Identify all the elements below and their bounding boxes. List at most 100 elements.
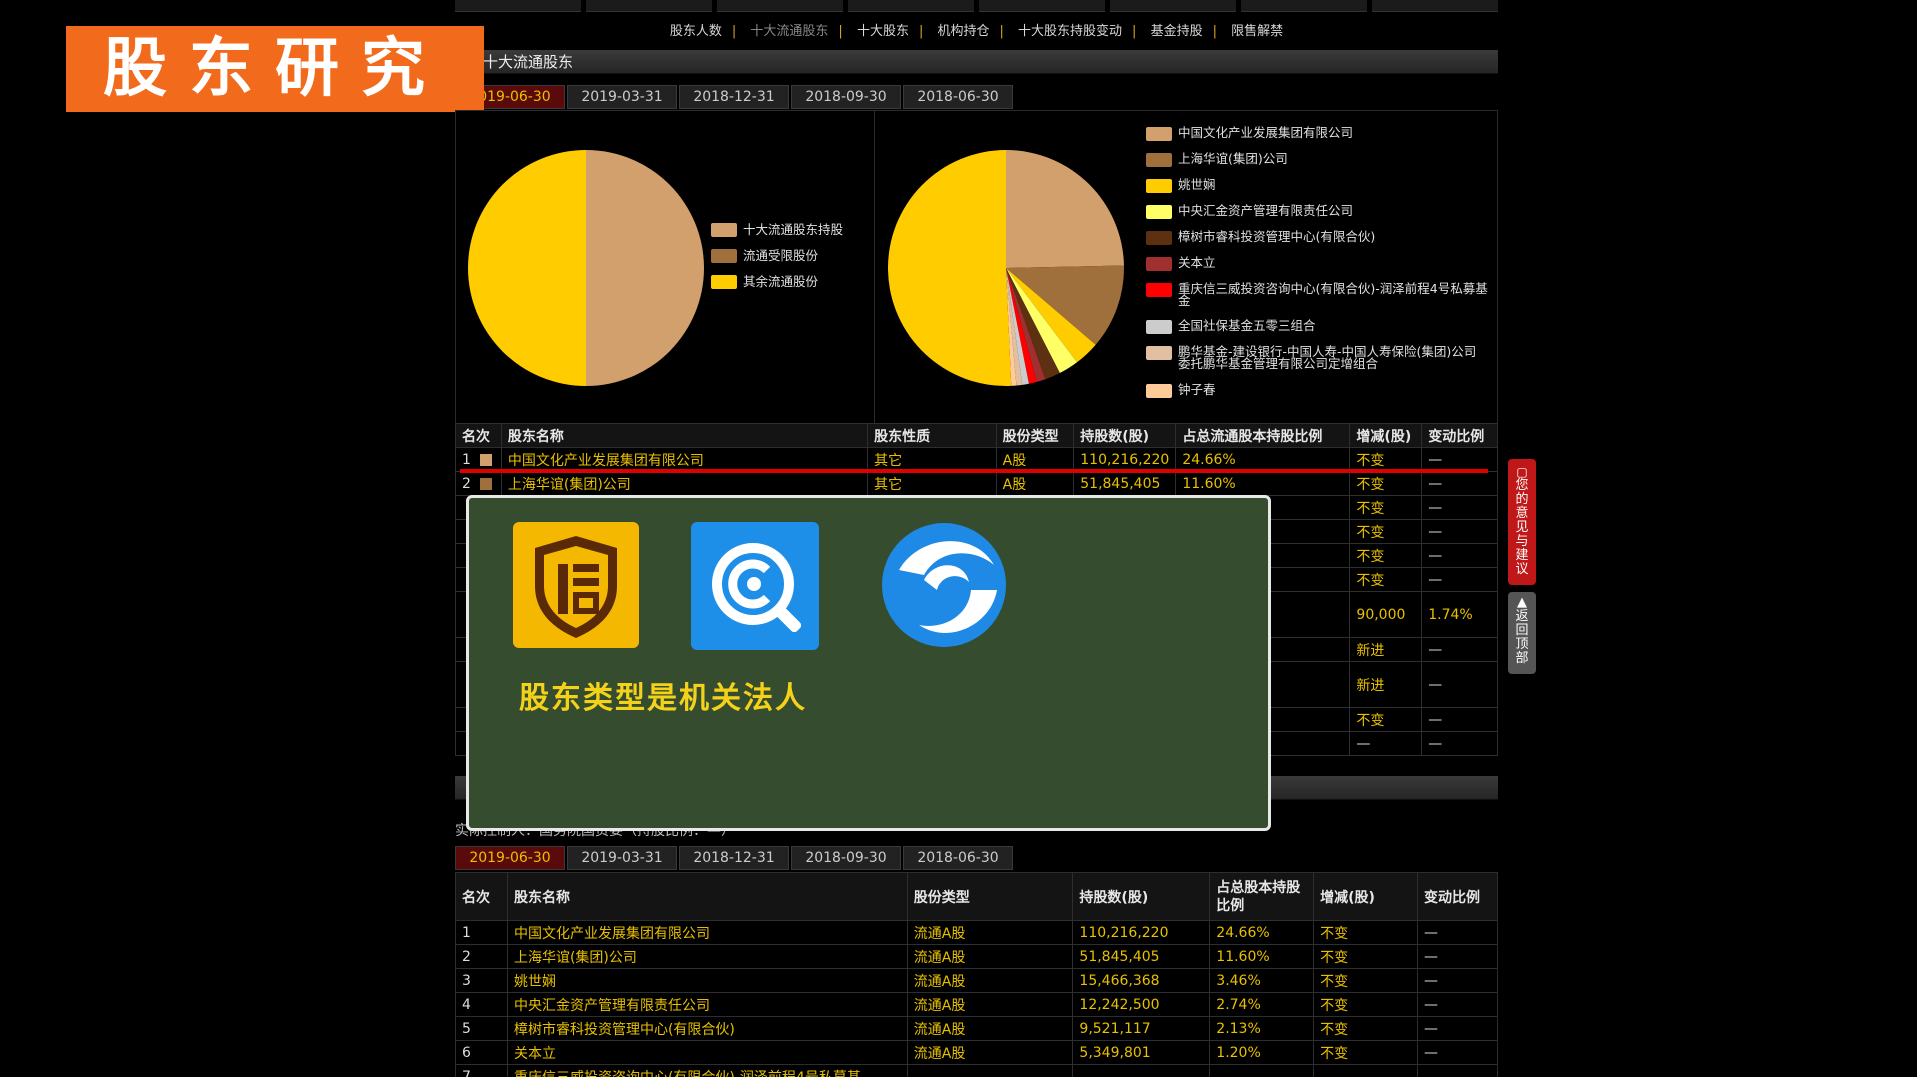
table-row[interactable]: 2 上海华谊(集团)公司 其它 A股 51,845,405 11.60% 不变 … — [455, 471, 1498, 496]
tab-2018-06-30[interactable]: 2018-06-30 — [903, 846, 1013, 870]
tab-2019-03-31[interactable]: 2019-03-31 — [567, 85, 677, 109]
legend-swatch — [1146, 320, 1172, 334]
share-type: A股 — [995, 471, 1075, 496]
share-change: 不变 — [1349, 567, 1423, 592]
share-change: 不变 — [1349, 707, 1423, 732]
nav-top10-float[interactable]: 十大流通股东 — [740, 20, 838, 39]
feedback-label: 您的意见与建议 — [1515, 478, 1529, 577]
col-ratio: 占总股本持股比例 — [1209, 872, 1315, 921]
col-pct: 变动比例 — [1417, 872, 1498, 921]
change-pct: — — [1421, 519, 1498, 544]
tab-2018-06-30[interactable]: 2018-06-30 — [903, 85, 1013, 109]
tab-2019-03-31[interactable]: 2019-03-31 — [567, 846, 677, 870]
legend-label: 流通受限股份 — [743, 248, 819, 263]
col-ratio: 占总流通股本持股比例 — [1175, 423, 1351, 448]
enterprise-search-icon[interactable] — [691, 522, 819, 650]
holder-name-link[interactable]: 姚世娴 — [506, 968, 908, 993]
nav-fund[interactable]: 基金持股 — [1141, 20, 1213, 39]
legend-label: 樟树市睿科投资管理中心(有限合伙) — [1178, 229, 1376, 244]
share-change: 不变 — [1349, 471, 1423, 496]
nav-unlock[interactable]: 限售解禁 — [1221, 20, 1293, 39]
tab-2018-12-31[interactable]: 2018-12-31 — [679, 85, 789, 109]
table-row[interactable]: 2 上海华谊(集团)公司 流通A股 51,845,405 11.60% 不变 — — [455, 944, 1498, 969]
tab-2019-06-30[interactable]: 2019-06-30 — [455, 846, 565, 870]
share-count: 110,216,220 — [1073, 447, 1177, 472]
pie-left-slice-2[interactable] — [468, 150, 586, 386]
legend-swatch — [1146, 205, 1172, 219]
share-count: 5,349,801 — [1072, 1040, 1211, 1065]
legend-left: 十大流通股东持股 流通受限股份 其余流通股份 — [711, 223, 871, 303]
change-pct: — — [1417, 920, 1498, 945]
charts-panel: 十大流通股东持股 流通受限股份 其余流通股份 中国文化产业发展集团有限公司 上海华谊(… — [455, 110, 1498, 424]
tab-2018-09-30[interactable]: 2018-09-30 — [791, 846, 901, 870]
tab-2018-12-31[interactable]: 2018-12-31 — [679, 846, 789, 870]
holder-name-link[interactable]: 关本立 — [506, 1040, 908, 1065]
share-type: 流通A股 — [906, 1040, 1074, 1065]
legend-label: 全国社保基金五零三组合 — [1178, 318, 1316, 333]
legend-label: 上海华谊(集团)公司 — [1178, 151, 1288, 166]
back-to-top-button[interactable]: ▲ 返回顶部 — [1508, 592, 1536, 674]
share-type: 流通A股 — [906, 1016, 1074, 1041]
change-pct: — — [1421, 447, 1498, 472]
table-row[interactable]: 4 中央汇金资产管理有限责任公司 流通A股 12,242,500 2.74% 不… — [455, 992, 1498, 1017]
col-shares: 持股数(股) — [1072, 872, 1211, 921]
rank: 4 — [455, 992, 508, 1017]
pie-chart-top10-holders — [888, 150, 1124, 386]
legend-swatch — [1146, 127, 1172, 141]
legend-label: 中国文化产业发展集团有限公司 — [1178, 125, 1354, 140]
share-change — [1313, 1064, 1418, 1077]
pie-left-slice-0[interactable] — [586, 150, 704, 386]
table-row[interactable]: 1 中国文化产业发展集团有限公司 其它 A股 110,216,220 24.66… — [455, 447, 1498, 472]
share-change: 不变 — [1313, 968, 1418, 993]
change-pct: — — [1417, 1016, 1498, 1041]
tab-2018-09-30[interactable]: 2018-09-30 — [791, 85, 901, 109]
share-ratio: 3.46% — [1209, 968, 1315, 993]
legend-label: 十大流通股东持股 — [743, 222, 844, 237]
holder-name-link[interactable]: 上海华谊(集团)公司 — [500, 471, 869, 496]
legend-label: 重庆信三威投资咨询中心(有限合伙)-润泽前程4号私募基金 — [1178, 281, 1488, 308]
table-row[interactable]: 6 关本立 流通A股 5,349,801 1.20% 不变 — — [455, 1040, 1498, 1065]
table-row[interactable]: 7 重庆信三威投资咨询中心(有限合伙)-润泽前程4号私募基 — [455, 1064, 1498, 1077]
section-title: 十大流通股东 — [483, 53, 574, 71]
holder-name-link[interactable]: 中央汇金资产管理有限责任公司 — [506, 992, 908, 1017]
table-row[interactable]: 1 中国文化产业发展集团有限公司 流通A股 110,216,220 24.66%… — [455, 920, 1498, 945]
pie-right-slice-10[interactable] — [888, 150, 1012, 386]
color-swatch — [479, 453, 492, 466]
table-row[interactable]: 3 姚世娴 流通A股 15,466,368 3.46% 不变 — — [455, 968, 1498, 993]
nav-top10-change[interactable]: 十大股东持股变动 — [1008, 20, 1132, 39]
share-count: 51,845,405 — [1072, 944, 1211, 969]
feedback-button[interactable]: ▢ 您的意见与建议 — [1508, 459, 1536, 585]
nav-shareholder-count[interactable]: 股东人数 — [660, 20, 732, 39]
holder-name-link[interactable]: 中国文化产业发展集团有限公司 — [500, 447, 869, 472]
legend-swatch — [1146, 231, 1172, 245]
holder-nature: 其它 — [867, 447, 997, 472]
col-change: 增减(股) — [1313, 872, 1418, 921]
holder-name-link[interactable]: 重庆信三威投资咨询中心(有限合伙)-润泽前程4号私募基 — [506, 1064, 908, 1077]
top-menu-bar — [455, 0, 1498, 12]
top10-table: 名次 股东名称 股份类型 持股数(股) 占总股本持股比例 增减(股) 变动比例 … — [455, 872, 1498, 1077]
change-pct: — — [1421, 471, 1498, 496]
change-pct: — — [1421, 543, 1498, 568]
sub-navigation: 股东人数 | 十大流通股东 | 十大股东 | 机构持仓 | 十大股东持股变动 | 基金持股… — [455, 20, 1498, 42]
holder-name-link[interactable]: 樟树市睿科投资管理中心(有限合伙) — [506, 1016, 908, 1041]
period-tabs-2: 2019-06-30 2019-03-31 2018-12-31 2018-09… — [455, 846, 1498, 870]
holder-name-link[interactable]: 中国文化产业发展集团有限公司 — [506, 920, 908, 945]
table-row[interactable]: 5 樟树市睿科投资管理中心(有限合伙) 流通A股 9,521,117 2.13%… — [455, 1016, 1498, 1041]
share-change: 不变 — [1349, 447, 1423, 472]
nav-top10[interactable]: 十大股东 — [847, 20, 919, 39]
share-type: A股 — [995, 447, 1075, 472]
swirl-browser-icon[interactable] — [879, 520, 1009, 650]
legend-label: 中央汇金资产管理有限责任公司 — [1178, 203, 1354, 218]
color-swatch — [479, 477, 492, 490]
share-change: 不变 — [1313, 920, 1418, 945]
change-pct: — — [1417, 944, 1498, 969]
holder-name-link[interactable]: 上海华谊(集团)公司 — [506, 944, 908, 969]
legend-swatch — [1146, 179, 1172, 193]
nav-institution[interactable]: 机构持仓 — [927, 20, 999, 39]
change-pct: — — [1417, 1040, 1498, 1065]
col-name: 股东名称 — [500, 423, 869, 448]
credit-shield-icon[interactable] — [513, 522, 639, 648]
share-ratio: 2.74% — [1209, 992, 1315, 1017]
share-ratio — [1209, 1064, 1315, 1077]
title-badge: 股东研究 — [66, 26, 484, 112]
